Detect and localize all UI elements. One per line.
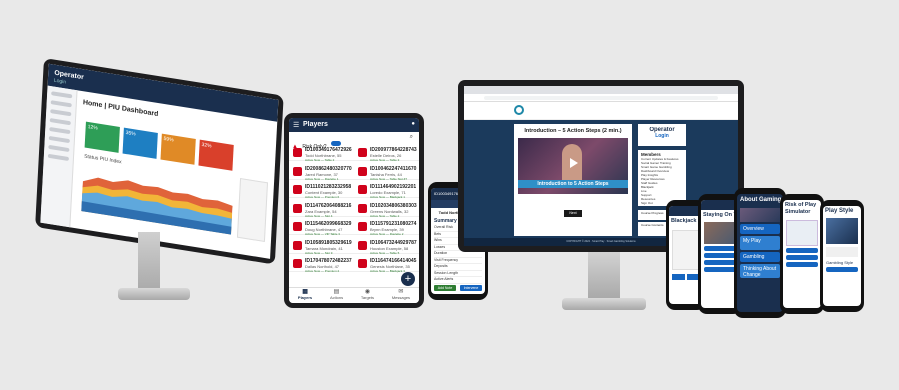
- player-row[interactable]: ID106473244929787 Houston Example, 58 Acti…: [354, 238, 419, 255]
- player-row[interactable]: ID105891805329619 Tamara Mondrain, 41 Acti…: [289, 238, 354, 255]
- menu-item[interactable]: Gambling: [740, 252, 780, 262]
- nav-targets[interactable]: ◉ Targets: [361, 288, 374, 303]
- monitor-base: [562, 298, 646, 310]
- player-row[interactable]: ID200977864228743 Estelle Deiros, 26 Activ…: [354, 145, 419, 162]
- user-icon[interactable]: ●: [411, 121, 415, 127]
- kpi-card[interactable]: 12%: [84, 121, 120, 153]
- kpi-card[interactable]: 59%: [160, 133, 196, 165]
- tablet-title: Players: [303, 121, 328, 128]
- player-row[interactable]: ID102034806380303 Greens Nordwalls, 32 Act…: [354, 201, 419, 218]
- player-status: Active Now — Roulette 1: [305, 176, 339, 181]
- area-chart: [81, 177, 233, 235]
- risk-filter[interactable]: ▲ Risk Only?: [292, 135, 352, 150]
- risk-icon: [293, 166, 302, 176]
- menu-item[interactable]: My Play: [740, 236, 780, 250]
- dashboard-topbar: Operator Login: [47, 63, 279, 122]
- bottom-nav: ▦ Players ▤ Actions ◉ Targets ✉ Messages: [289, 287, 419, 303]
- risk-icon: [293, 185, 302, 195]
- video-player[interactable]: Introduction to 5 Action Steps: [518, 138, 628, 194]
- menu-icon[interactable]: ☰: [293, 121, 299, 129]
- risk-icon: [358, 240, 367, 250]
- player-row[interactable]: ID114762064088216 Zara Example, 54 Active …: [289, 201, 354, 218]
- player-row[interactable]: ID200862480320770 Jared Ramone, 37 Active …: [289, 164, 354, 181]
- player-list: ID100349176472926 Todd Northbrane, 55 Acti…: [289, 145, 419, 275]
- player-status: Active Now — Table 5: [370, 250, 400, 255]
- player-status: Active Now — Premium 2: [305, 269, 340, 274]
- video-card: Introduction – 5 Action Steps (2 min.) I…: [514, 124, 632, 236]
- phone-title: Play Style: [825, 208, 854, 214]
- play-icon[interactable]: [570, 158, 578, 168]
- intervene-button[interactable]: Intervene: [460, 285, 482, 291]
- tablet: ☰ Players ● ▲ Risk Only? ⌕ ID10034917647…: [284, 113, 424, 308]
- monitor-base: [118, 288, 190, 300]
- operator-card[interactable]: Operator Login: [638, 124, 686, 146]
- risk-icon: [358, 185, 367, 195]
- nav-messages[interactable]: ✉ Messages: [392, 288, 410, 303]
- members-list: Current Updates & Features Social Gamer T…: [641, 157, 683, 205]
- risk-icon: [358, 148, 367, 157]
- player-status: Active Now — Slot 9: [305, 250, 333, 255]
- menu-item[interactable]: Overview: [740, 224, 780, 234]
- player-status: Active Now — Premium 6: [305, 195, 340, 200]
- risk-icon: [358, 259, 367, 269]
- nav-actions[interactable]: ▤ Actions: [330, 288, 343, 303]
- browser-addressbar: [464, 94, 738, 102]
- browser-tabbar: [464, 86, 738, 94]
- nav-players[interactable]: ▦ Players: [298, 288, 312, 303]
- phone-right-3: About Gaming Overview My Play Gambling T…: [734, 188, 786, 318]
- player-status: Active Now — Table 2: [305, 158, 335, 162]
- video-caption: Introduction to 5 Action Steps: [518, 180, 628, 188]
- kpi-card[interactable]: 32%: [198, 139, 234, 171]
- player-status: Active Now — Slot 4: [305, 213, 333, 218]
- player-row[interactable]: ID100349176472926 Todd Northbrane, 55 Acti…: [289, 145, 354, 162]
- risk-icon: [293, 148, 302, 157]
- player-status: Active Now — Roulette 2: [370, 232, 404, 237]
- player-status: Active Now — Blackjack 1: [370, 195, 405, 200]
- risk-icon: [293, 240, 302, 250]
- kpi-card[interactable]: 35%: [122, 127, 158, 159]
- members-card: Members Current Updates & Features Social…: [638, 150, 686, 206]
- app-sub: Login: [53, 77, 67, 86]
- risk-icon: [293, 222, 302, 232]
- monitor-stand: [138, 232, 160, 292]
- site-logo-icon: [514, 105, 524, 115]
- phone-title: About Gaming: [740, 197, 782, 203]
- monitor-stand: [588, 252, 620, 302]
- player-row[interactable]: ID111464902192201 Loredo Example, 71 Activ…: [354, 182, 419, 200]
- player-row[interactable]: ID115462099668329 Doug Northbrane, 47 Acti…: [289, 219, 354, 237]
- video-title: Introduction – 5 Action Steps (2 min.): [524, 128, 622, 134]
- risk-icon: [358, 222, 367, 232]
- phone-title: Risk of Play Simulator: [785, 202, 817, 215]
- player-status: Active Now — Table Slot #7: [370, 176, 407, 181]
- site-header: [464, 102, 738, 120]
- player-row[interactable]: ID111021283232958 Content Example, 30 Acti…: [289, 182, 354, 200]
- summary-heading: Summary: [434, 218, 457, 224]
- player-row[interactable]: ID170478072482237 Dallas Northold, 47 Acti…: [289, 256, 354, 274]
- tablet-header: ☰ Players ●: [289, 118, 419, 132]
- phone-right-4: Risk of Play Simulator: [780, 194, 824, 314]
- player-row[interactable]: ID100462247411670 Tanisha Ferris, 44 Activ…: [354, 164, 419, 181]
- phone-subtitle: Gambling Style: [826, 260, 854, 265]
- player-status: Active Now — Table 2: [370, 213, 400, 218]
- risk-icon: [293, 259, 302, 269]
- search-icon[interactable]: ⌕: [410, 134, 413, 141]
- summary-row: Active Alerts: [434, 277, 482, 284]
- side-panel: [236, 178, 269, 242]
- risk-icon: [358, 203, 367, 213]
- player-row[interactable]: ID115791231080274 Brynn Example, 39 Active…: [354, 219, 419, 237]
- player-status: Active Now — Blackjack 3: [370, 269, 405, 274]
- player-status: Active Now — VIP Table 3: [305, 232, 340, 237]
- phone-right-5: Play Style Gambling Style: [820, 200, 864, 312]
- risk-icon: [293, 203, 302, 213]
- menu-item[interactable]: Thinking About Change: [740, 264, 780, 278]
- fab-add-button[interactable]: +: [401, 272, 415, 286]
- player-status: Active Now — Table 3: [370, 158, 400, 162]
- page-title: Home | PIU Dashboard: [82, 99, 159, 119]
- sidebar: [40, 85, 78, 228]
- risk-icon: [358, 166, 367, 176]
- login-label: Login: [655, 133, 669, 139]
- next-button[interactable]: Next: [564, 210, 582, 217]
- add-note-button[interactable]: Add Note: [434, 285, 456, 291]
- player-row[interactable]: ID116474166414045 Genesis Northlane, 35 Ac…: [354, 256, 419, 274]
